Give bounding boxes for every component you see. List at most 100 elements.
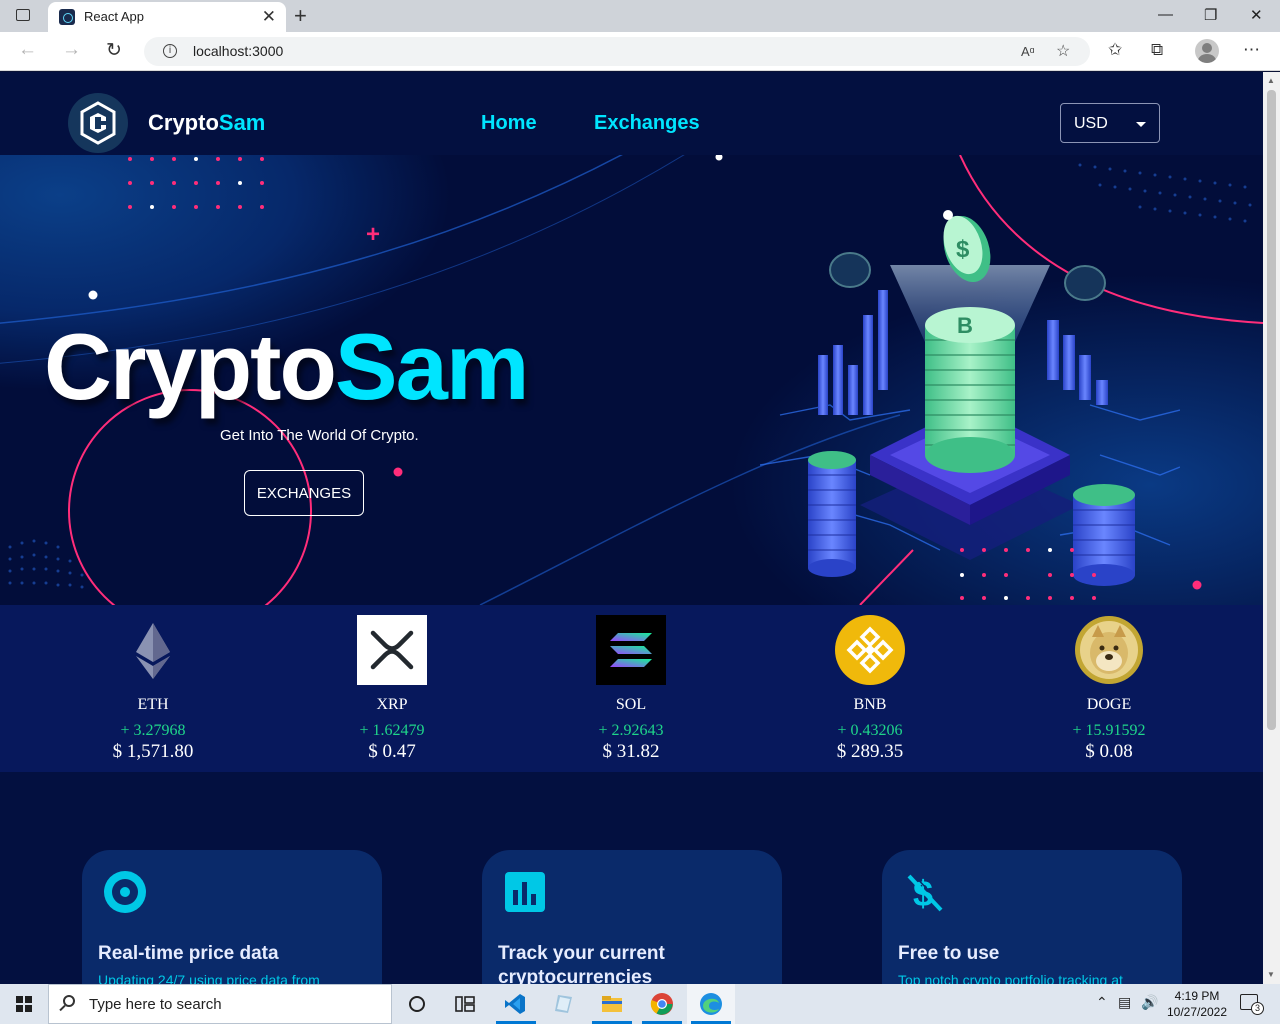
refresh-icon[interactable]: ↻ <box>106 39 122 62</box>
crypto-illustration: B $ <box>760 210 1180 600</box>
page-scrollbar[interactable]: ▲ ▼ <box>1263 72 1280 984</box>
caret-down-icon <box>1136 122 1146 127</box>
brand-name[interactable]: CryptoSam <box>148 110 265 136</box>
hero-title: CryptoSam <box>44 313 530 421</box>
close-tab-icon[interactable]: ✕ <box>262 7 276 27</box>
scroll-down-icon[interactable]: ▼ <box>1267 970 1275 979</box>
hero-title-part2: Sam <box>334 314 530 419</box>
read-aloud-icon[interactable]: Aᵅ <box>1021 44 1035 59</box>
crypto-logo-icon[interactable] <box>68 93 128 153</box>
cortana-icon[interactable] <box>405 992 429 1016</box>
collections-icon[interactable]: ⧉ <box>1151 40 1163 60</box>
coin-change: + 2.92643 <box>598 722 664 739</box>
edge-icon[interactable] <box>699 992 723 1016</box>
coin-card-bnb[interactable]: BNB + 0.43206 $ 289.35 <box>780 615 960 763</box>
svg-text:$: $ <box>956 236 970 263</box>
site-info-icon[interactable]: i <box>163 44 177 58</box>
coin-price: $ 31.82 <box>602 741 660 762</box>
feature-card: Real-time price data Updating 24/7 using… <box>82 850 382 984</box>
minimize-icon[interactable]: — <box>1158 6 1173 23</box>
currency-select[interactable]: USD <box>1060 103 1160 143</box>
nav-home-link[interactable]: Home <box>481 112 537 135</box>
show-hidden-icons-icon[interactable]: ⌃ <box>1096 994 1108 1011</box>
scrollbar-thumb[interactable] <box>1267 90 1276 730</box>
coin-symbol: ETH <box>137 696 169 713</box>
feature-title: Free to use <box>898 943 1000 964</box>
coin-card-sol[interactable]: SOL + 2.92643 $ 31.82 <box>541 615 721 763</box>
search-placeholder[interactable]: Type here to search <box>89 996 222 1013</box>
xrp-icon <box>357 615 427 685</box>
coin-change: + 3.27968 <box>120 722 186 739</box>
taskbar-clock[interactable]: 4:19 PM 10/27/2022 <box>1162 988 1232 1020</box>
coin-card-eth[interactable]: ETH + 3.27968 $ 1,571.80 <box>63 615 243 763</box>
svg-text:B: B <box>957 313 973 338</box>
tab-actions-icon[interactable] <box>16 9 30 21</box>
features-section: Real-time price data Updating 24/7 using… <box>0 772 1263 984</box>
coin-symbol: DOGE <box>1086 696 1132 713</box>
coin-card-xrp[interactable]: XRP + 1.62479 $ 0.47 <box>302 615 482 763</box>
coin-price: $ 0.08 <box>1085 741 1133 762</box>
feature-title: Real-time price data <box>98 943 279 964</box>
coin-symbol: SOL <box>615 696 647 713</box>
solana-icon <box>596 615 666 685</box>
browser-tab[interactable]: React App ✕ <box>48 2 286 32</box>
favorites-icon[interactable]: ✩ <box>1108 40 1122 60</box>
clock-time: 4:19 PM <box>1174 989 1220 1003</box>
coin-symbol: BNB <box>853 696 887 713</box>
feature-description: Updating 24/7 using price data from <box>98 972 320 984</box>
brand-name-part1: Crypto <box>148 110 219 135</box>
page-viewport: CryptoSam Home Exchanges USD + CryptoSam… <box>0 72 1263 984</box>
coin-ticker: ETH + 3.27968 $ 1,571.80 XRP + 1.62479 $… <box>0 605 1263 772</box>
add-favorite-icon[interactable]: ☆ <box>1056 41 1070 61</box>
coin-price: $ 1,571.80 <box>112 741 194 762</box>
back-icon[interactable]: ← <box>18 39 37 61</box>
new-tab-icon[interactable]: + <box>294 3 307 29</box>
volume-icon[interactable]: 🔊 <box>1141 994 1158 1011</box>
windows-start-icon[interactable] <box>16 996 32 1012</box>
coin-price: $ 289.35 <box>836 741 904 762</box>
no-dollar-icon: $ <box>903 870 947 914</box>
close-window-icon[interactable]: ✕ <box>1250 6 1263 24</box>
taskbar-search[interactable]: Type here to search <box>48 984 392 1024</box>
svg-text:+: + <box>366 221 380 248</box>
feature-card: $ Free to use Top notch crypto portfolio… <box>882 850 1182 984</box>
clock-date: 10/27/2022 <box>1166 1005 1228 1019</box>
coin-change: + 15.91592 <box>1072 722 1146 739</box>
task-view-icon[interactable] <box>453 992 477 1016</box>
profile-avatar[interactable] <box>1195 39 1219 63</box>
brand-name-part2: Sam <box>218 110 266 135</box>
currency-value: USD <box>1074 115 1108 132</box>
file-explorer-icon[interactable] <box>600 992 624 1016</box>
more-menu-icon[interactable]: ⋯ <box>1243 40 1260 60</box>
search-icon <box>63 995 75 1007</box>
bar-chart-icon <box>503 870 547 914</box>
scroll-up-icon[interactable]: ▲ <box>1267 76 1275 85</box>
network-icon[interactable]: ▤ <box>1118 994 1131 1011</box>
binance-icon <box>835 615 905 685</box>
target-icon <box>103 870 147 914</box>
notepad-icon[interactable] <box>552 992 576 1016</box>
forward-icon[interactable]: → <box>62 39 81 61</box>
coin-change: + 1.62479 <box>359 722 425 739</box>
windows-taskbar: Type here to search ⌃ ▤ 🔊 4:19 PM 10/27/… <box>0 984 1280 1024</box>
feature-card: Track your current cryptocurrencies <box>482 850 782 984</box>
feature-title: Track your current cryptocurrencies <box>498 943 665 984</box>
nav-exchanges-link[interactable]: Exchanges <box>594 112 700 135</box>
hero-banner: + CryptoSam Get Into The World Of Crypto… <box>0 155 1263 605</box>
coin-symbol: XRP <box>376 696 408 713</box>
browser-tab-bar: React App ✕ + — ❐ ✕ <box>0 0 1280 32</box>
notification-count-badge: 3 <box>1251 1002 1264 1015</box>
coin-card-doge[interactable]: DOGE + 15.91592 $ 0.08 <box>1019 615 1199 763</box>
address-bar[interactable]: i localhost:3000 Aᵅ ☆ <box>144 37 1090 66</box>
exchanges-button[interactable]: EXCHANGES <box>244 470 364 516</box>
coin-change: + 0.43206 <box>837 722 903 739</box>
chrome-icon[interactable] <box>650 992 674 1016</box>
site-navbar: CryptoSam Home Exchanges USD <box>0 72 1263 155</box>
address-url[interactable]: localhost:3000 <box>193 43 283 59</box>
restore-icon[interactable]: ❐ <box>1204 6 1217 24</box>
vscode-icon[interactable] <box>503 992 527 1016</box>
feature-description: Top notch crypto portfolio tracking at <box>898 972 1123 984</box>
browser-toolbar: ← → ↻ i localhost:3000 Aᵅ ☆ ✩ ⧉ ⋯ <box>0 32 1280 71</box>
react-favicon-icon <box>59 9 75 25</box>
coin-price: $ 0.47 <box>368 741 416 762</box>
